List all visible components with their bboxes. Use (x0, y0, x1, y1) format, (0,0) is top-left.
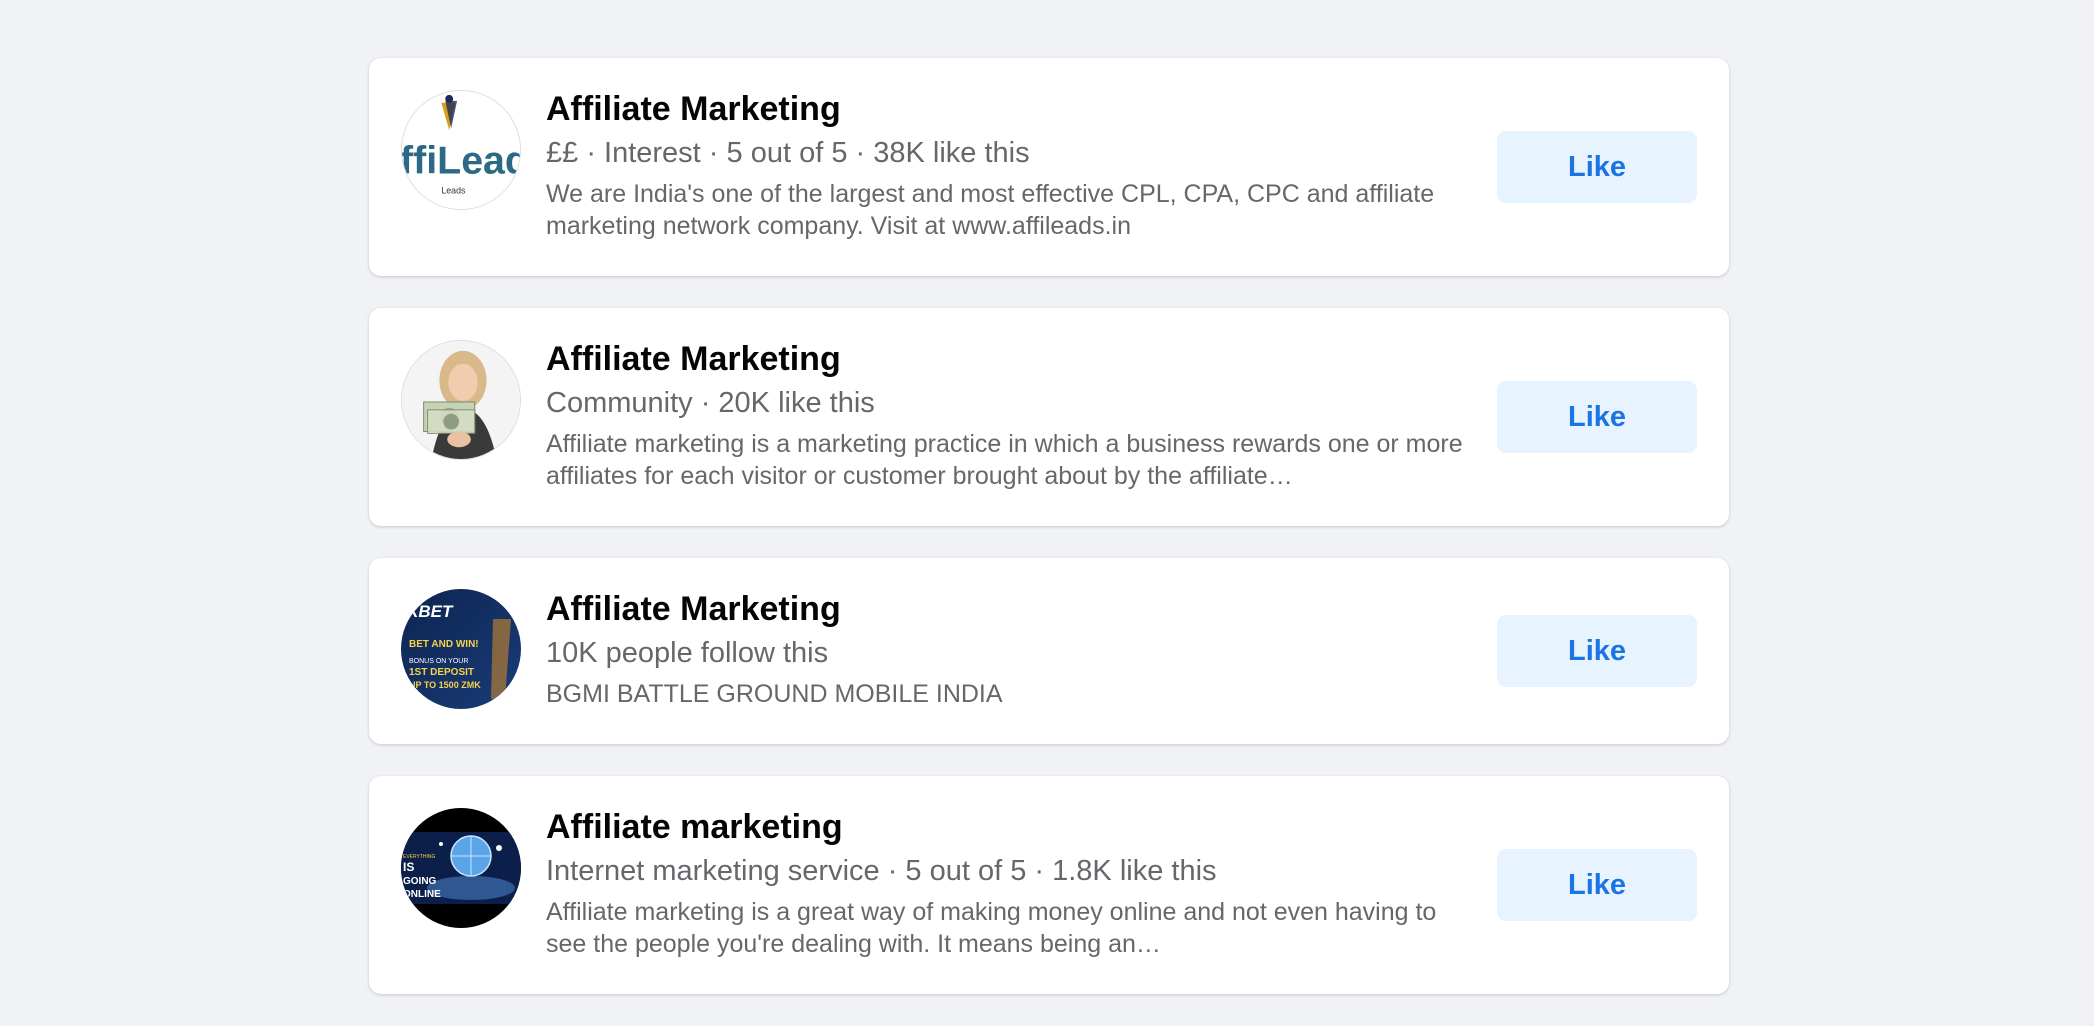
like-button[interactable]: Like (1497, 131, 1697, 203)
like-button[interactable]: Like (1497, 615, 1697, 687)
person-with-money-photo-icon (402, 341, 520, 459)
globe-everything-online-image-icon: EVERYTHING IS GOING ONLINE (401, 808, 521, 928)
promo-line: GOING (403, 876, 437, 887)
affileads-logo-avatar[interactable]: ffiLeads Leads (401, 90, 521, 210)
search-results-list: ffiLeads Leads Affiliate Marketing ££ · … (369, 58, 1729, 1026)
page-description: Affiliate marketing is a great way of ma… (546, 898, 1437, 958)
page-result-card[interactable]: EVERYTHING IS GOING ONLINE Affiliate mar… (369, 776, 1729, 994)
1xbet-promo-image-icon: XBET BET AND WIN! BONUS ON YOUR 1ST DEPO… (401, 589, 521, 709)
promo-line: BET AND WIN! (409, 639, 479, 650)
result-text: Affiliate marketing Internet marketing s… (546, 806, 1469, 960)
affileads-logo-icon: ffiLeads Leads (402, 91, 520, 209)
page-title[interactable]: Affiliate marketing (546, 806, 1469, 848)
result-text: Affiliate Marketing ££ · Interest · 5 ou… (546, 88, 1469, 242)
page-description: BGMI BATTLE GROUND MOBILE INDIA (546, 680, 1003, 708)
page-meta: 10K people follow this (546, 637, 829, 669)
page-description: We are India's one of the largest and mo… (546, 180, 1435, 240)
page-result-card[interactable]: Affiliate Marketing Community · 20K like… (369, 308, 1729, 526)
page-result-card[interactable]: ffiLeads Leads Affiliate Marketing ££ · … (369, 58, 1729, 276)
promo-line: IS (403, 860, 414, 874)
page-meta: Internet marketing service · 5 out of 5 … (546, 855, 1217, 887)
promo-line: 1ST DEPOSIT (409, 667, 474, 678)
1xbet-promo-avatar[interactable]: XBET BET AND WIN! BONUS ON YOUR 1ST DEPO… (401, 589, 521, 709)
page-result-card[interactable]: XBET BET AND WIN! BONUS ON YOUR 1ST DEPO… (369, 558, 1729, 744)
page-meta: Community · 20K like this (546, 387, 875, 419)
affileads-logo-text: ffiLeads (402, 139, 520, 183)
result-text: Affiliate Marketing 10K people follow th… (546, 588, 1469, 710)
person-with-money-avatar[interactable] (401, 340, 521, 460)
promo-line: ONLINE (403, 889, 441, 900)
page-title[interactable]: Affiliate Marketing (546, 588, 1469, 630)
page-title[interactable]: Affiliate Marketing (546, 88, 1469, 130)
promo-line: UP TO 1500 ZMK (409, 680, 481, 690)
promo-line: BONUS ON YOUR (409, 658, 468, 665)
globe-online-avatar[interactable]: EVERYTHING IS GOING ONLINE (401, 808, 521, 928)
xbet-logo-text: XBET (406, 602, 454, 621)
result-text: Affiliate Marketing Community · 20K like… (546, 338, 1469, 492)
svg-text:Leads: Leads (441, 185, 466, 195)
page-title[interactable]: Affiliate Marketing (546, 338, 1469, 380)
page-meta: ££ · Interest · 5 out of 5 · 38K like th… (546, 137, 1030, 169)
like-button[interactable]: Like (1497, 381, 1697, 453)
like-button[interactable]: Like (1497, 849, 1697, 921)
page-description: Affiliate marketing is a marketing pract… (546, 430, 1463, 490)
